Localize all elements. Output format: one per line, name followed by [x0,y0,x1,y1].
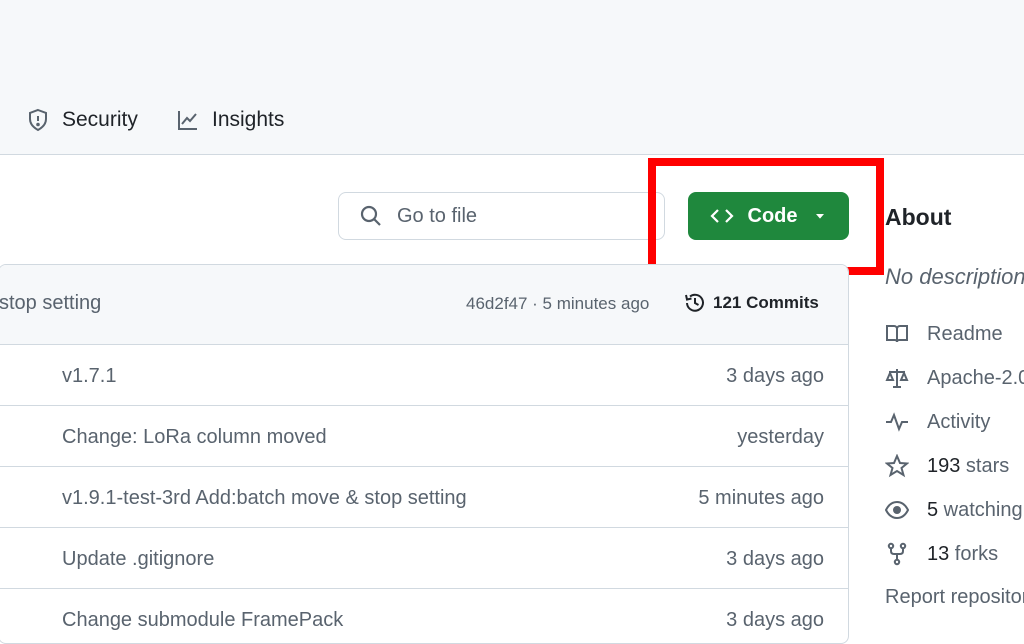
about-description: No description [885,264,1024,289]
code-button[interactable]: Code [688,192,849,240]
tab-security[interactable]: Security [26,100,138,140]
table-row: Change: LoRa column moved yesterday [0,406,848,467]
table-row: v1.9.1-test-3rd Add:batch move & stop se… [0,467,848,528]
table-row: v1.7.1 3 days ago [0,345,848,406]
forks-text: 13 forks [927,543,998,566]
commits-count: 121 Commits [713,293,819,312]
book-icon [886,325,908,343]
latest-commit-hash-time[interactable]: 46d2f47 · 5 minutes ago [466,294,649,314]
license-label: Apache-2.0 [927,366,1024,389]
stars-text: 193 stars [927,455,1009,478]
readme-label: Readme [927,322,1003,345]
latest-commit-message[interactable]: stop setting [0,292,101,315]
watching-text: 5 watching [927,499,1023,522]
graph-icon [178,111,197,130]
forks-label: forks [949,542,999,565]
search-icon [360,205,381,226]
report-label: Report repository [885,586,1024,608]
commit-message[interactable]: v1.7.1 [62,365,116,388]
law-icon [885,369,909,388]
code-icon [709,209,734,223]
watching-count: 5 [927,498,939,521]
commit-time: 3 days ago [726,365,824,387]
watching-link[interactable]: 5 watching [885,498,1023,522]
commit-message[interactable]: v1.9.1-test-3rd Add:batch move & stop se… [62,487,467,510]
commit-message[interactable]: Change: LoRa column moved [62,426,327,449]
tab-insights-label: Insights [212,108,285,131]
forks-count: 13 [927,542,950,565]
stars-count: 193 [927,454,961,477]
commit-time: 3 days ago [726,609,824,631]
commit-time: 3 days ago [726,548,824,570]
license-link[interactable]: Apache-2.0 [885,366,1024,390]
about-title: About [885,204,952,230]
table-row: Change submodule FramePack 3 days ago [0,589,848,643]
readme-link[interactable]: Readme [885,322,1003,346]
pulse-icon [886,412,908,432]
commit-time: 5 minutes ago [698,487,824,509]
activity-link[interactable]: Activity [885,410,990,434]
code-button-label: Code [747,204,798,227]
latest-commit-bar: stop setting 46d2f47 · 5 minutes ago 121… [0,265,848,345]
table-row: Update .gitignore 3 days ago [0,528,848,589]
stars-link[interactable]: 193 stars [885,454,1009,478]
file-list: stop setting 46d2f47 · 5 minutes ago 121… [0,264,849,644]
commits-link[interactable]: 121 Commits [683,291,819,315]
eye-icon [885,500,909,520]
star-icon [885,454,909,478]
search-input[interactable] [397,204,647,228]
shield-icon [29,108,47,132]
report-repository-link[interactable]: Report repository [885,586,1024,609]
watching-label: watching [938,498,1023,521]
caret-down-icon [815,214,824,219]
fork-icon [887,542,907,566]
repo-header: Security Insights [0,0,1024,155]
go-to-file-search[interactable] [338,192,665,240]
forks-link[interactable]: 13 forks [885,542,998,566]
commit-time: yesterday [737,426,824,448]
tab-insights[interactable]: Insights [176,100,284,140]
stars-label: stars [960,454,1010,477]
activity-label: Activity [927,410,991,433]
commit-message[interactable]: Update .gitignore [62,548,214,571]
tab-security-label: Security [62,108,138,131]
commit-message[interactable]: Change submodule FramePack [62,609,343,632]
history-icon [685,293,704,312]
